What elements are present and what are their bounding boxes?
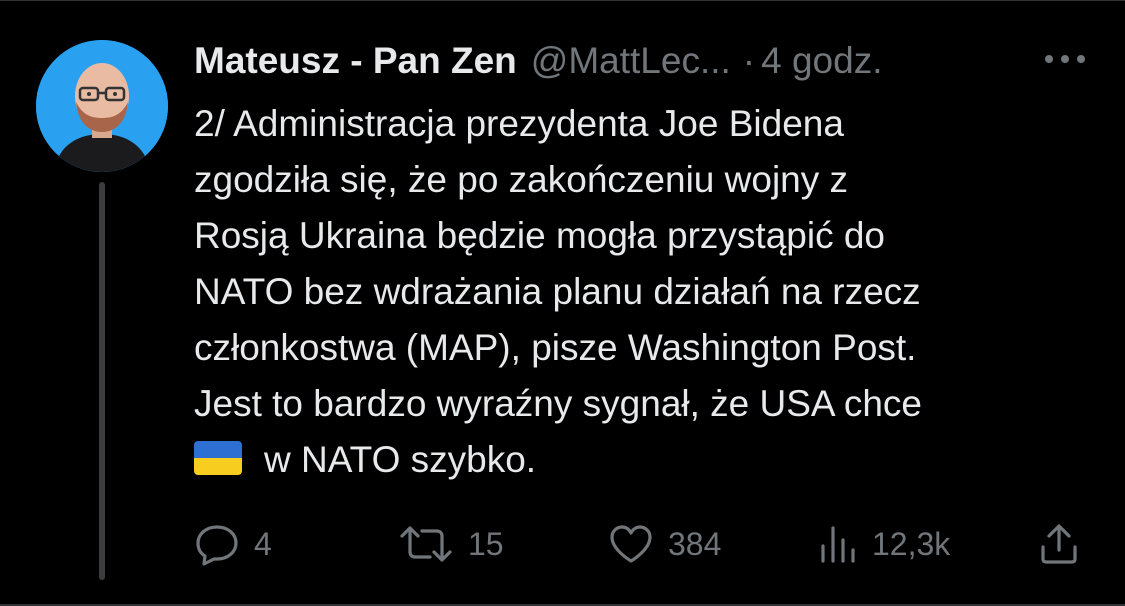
timestamp[interactable]: 4 godz. — [761, 36, 882, 86]
views-count: 12,3k — [872, 525, 951, 562]
tweet-text: 2/ Administracja prezydenta Joe Bidena z… — [194, 96, 1094, 488]
profile-photo-icon — [36, 40, 168, 172]
share-button[interactable] — [1038, 516, 1080, 572]
separator-dot: · — [742, 40, 756, 81]
top-divider — [0, 0, 1125, 1]
tweet-text-line: w NATO szybko. — [264, 439, 537, 480]
action-bar: 4 15 384 12,3k — [194, 516, 1094, 572]
views-chart-icon — [821, 526, 855, 563]
tweet-text-line: Rosją Ukraina będzie mogła przystąpić do — [194, 215, 886, 256]
ukraine-flag-icon — [194, 441, 242, 475]
tweet-text-line: zgodziła się, że po zakończeniu wojny z — [194, 159, 849, 200]
more-options-button[interactable] — [1040, 44, 1090, 74]
retweet-count: 15 — [468, 525, 504, 562]
tweet-text-line: członkostwa (MAP), pisze Washington Post… — [194, 327, 917, 368]
share-icon — [1041, 524, 1077, 564]
reply-count: 4 — [254, 525, 272, 562]
display-name[interactable]: Mateusz - Pan Zen — [194, 36, 517, 86]
tweet-header: Mateusz - Pan Zen @MattLec... · 4 godz. — [194, 36, 1094, 86]
reply-icon — [196, 525, 238, 566]
retweet-button[interactable]: 15 — [398, 516, 504, 572]
more-horizontal-icon — [1045, 55, 1085, 63]
views-button[interactable]: 12,3k — [818, 516, 950, 572]
user-handle[interactable]: @MattLec... — [531, 36, 731, 86]
reply-button[interactable]: 4 — [194, 516, 272, 572]
tweet-text-line: Jest to bardzo wyraźny sygnał, że USA ch… — [194, 383, 923, 424]
thread-line — [99, 182, 105, 580]
like-count: 384 — [668, 525, 722, 562]
tweet-text-line: 2/ Administracja prezydenta Joe Bidena — [194, 103, 844, 144]
tweet[interactable]: Mateusz - Pan Zen @MattLec... · 4 godz. … — [0, 0, 1125, 606]
like-button[interactable]: 384 — [608, 516, 721, 572]
retweet-icon — [400, 526, 452, 562]
avatar[interactable] — [36, 40, 168, 172]
tweet-text-line: NATO bez wdrażania planu działań na rzec… — [194, 271, 921, 312]
heart-icon — [610, 525, 652, 563]
tweet-text-last-line: w NATO szybko. — [194, 432, 1094, 488]
